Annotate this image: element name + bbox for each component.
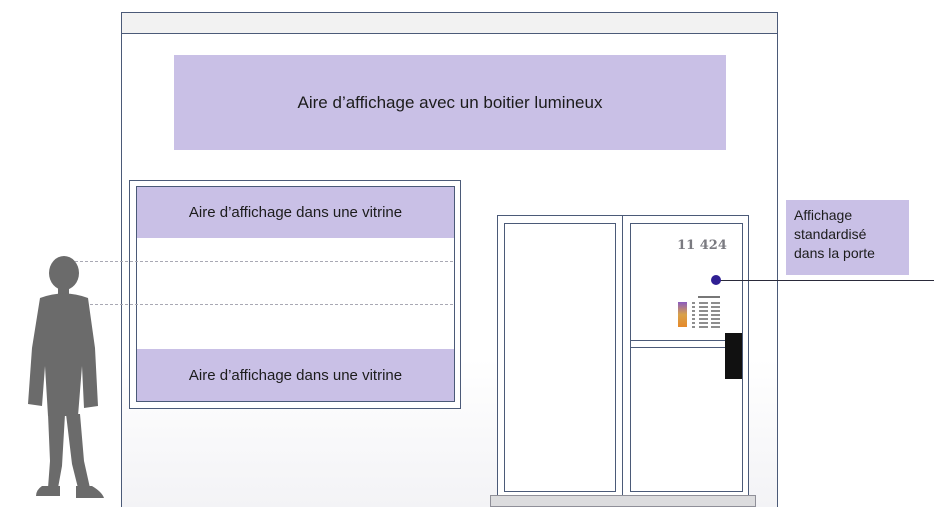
eye-level-line-upper xyxy=(60,261,453,262)
lightbox-display-area: Aire d’affichage avec un boitier lumineu… xyxy=(174,55,726,150)
lightbox-label: Aire d’affichage avec un boitier lumineu… xyxy=(297,92,603,112)
vitrine-bottom-label: Aire d’affichage dans une vitrine xyxy=(188,366,403,384)
door-center-gap xyxy=(622,215,623,500)
door-threshold xyxy=(490,495,756,507)
callout-line-3: dans la porte xyxy=(794,245,875,261)
hours-row xyxy=(692,306,722,308)
eye-level-line-lower xyxy=(60,304,453,305)
hours-row xyxy=(692,318,722,320)
door-handle xyxy=(725,333,742,379)
hours-logo-icon xyxy=(678,302,687,327)
vitrine-top-label: Aire d’affichage dans une vitrine xyxy=(188,204,403,221)
facade-cornice xyxy=(121,12,778,34)
callout-line-2: standardisé xyxy=(794,226,867,242)
vitrine-display-area-bottom: Aire d’affichage dans une vitrine xyxy=(137,349,454,401)
vitrine-display-area-top: Aire d’affichage dans une vitrine xyxy=(137,187,454,238)
door-display-marker-dot xyxy=(711,275,721,285)
hours-row xyxy=(692,326,722,328)
callout-leader-line xyxy=(720,280,934,281)
door-leaf-left xyxy=(504,223,616,492)
callout-line-1: Affichage xyxy=(794,207,853,223)
hours-row xyxy=(692,322,722,324)
hours-row xyxy=(692,302,722,304)
storefront-diagram: Aire d’affichage avec un boitier lumineu… xyxy=(0,0,934,507)
standard-door-display-callout: Affichage standardisé dans la porte xyxy=(786,200,909,275)
hours-row xyxy=(692,310,722,312)
street-number: 11 424 xyxy=(677,238,727,253)
opening-hours-sticker xyxy=(678,296,726,330)
hours-heading-line xyxy=(698,296,720,298)
hours-row xyxy=(692,314,722,316)
person-silhouette-icon xyxy=(28,256,104,498)
